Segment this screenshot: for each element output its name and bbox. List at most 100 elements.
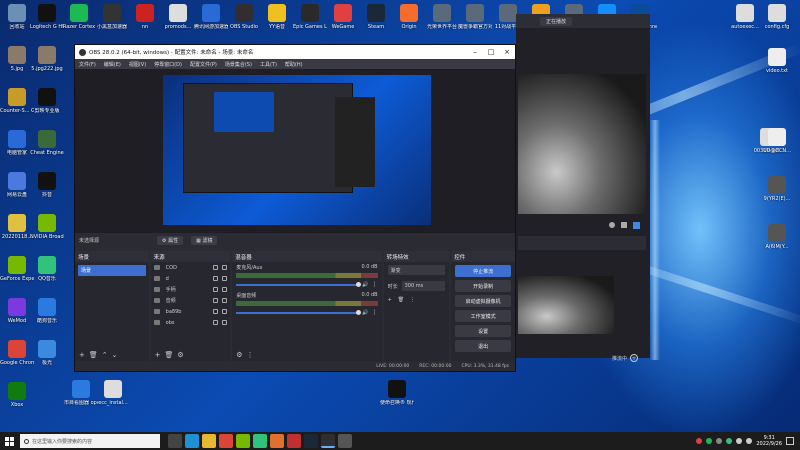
desktop-icon[interactable]: Steam	[359, 4, 393, 30]
desktop-icon[interactable]: Cheat Engine	[30, 130, 64, 156]
source-row[interactable]: 手柄	[151, 284, 231, 295]
source-row[interactable]: obs	[151, 317, 231, 328]
lock-icon[interactable]	[222, 287, 228, 292]
add-transition-button[interactable]: +	[388, 297, 392, 303]
control-button[interactable]: 退出	[455, 340, 511, 352]
volume-icon[interactable]	[746, 438, 753, 444]
desktop-icon[interactable]: 剪映专业版	[30, 88, 64, 114]
move-down-button[interactable]: ⌄	[112, 351, 118, 359]
menu-item[interactable]: 文件(F)	[79, 61, 96, 68]
desktop-icon[interactable]: 魔兽争霸官方对战平台	[458, 4, 492, 30]
source-row[interactable]: 音频	[151, 295, 231, 306]
tray-icon[interactable]	[706, 438, 713, 444]
obs-preview[interactable]	[75, 69, 515, 233]
menu-item[interactable]: 场景集合(S)	[225, 61, 252, 68]
start-button[interactable]	[0, 432, 18, 450]
tray-icon[interactable]	[726, 438, 733, 444]
control-button[interactable]: 设置	[455, 325, 511, 337]
desktop-icon[interactable]: promods...	[161, 4, 195, 30]
move-up-button[interactable]: ⌃	[102, 351, 108, 359]
properties-button[interactable]: ⚙ 属性	[157, 235, 184, 245]
desktop-icon[interactable]: WeGame	[326, 4, 360, 30]
remove-scene-button[interactable]: 🗑	[89, 351, 98, 359]
task-view-icon[interactable]	[168, 434, 182, 448]
add-source-button[interactable]: +	[155, 351, 161, 359]
control-button[interactable]: 工作室模式	[455, 310, 511, 322]
control-button[interactable]: 停止推流	[455, 265, 511, 277]
eye-icon[interactable]	[213, 287, 219, 292]
desktop-icon[interactable]: 电脑管家	[0, 130, 34, 156]
desktop-icon[interactable]: 抖音	[30, 172, 64, 198]
eye-icon[interactable]	[213, 265, 219, 270]
lock-icon[interactable]	[222, 309, 228, 314]
star-icon[interactable]	[633, 221, 640, 229]
desktop-icon[interactable]: QQ音乐	[30, 256, 64, 282]
add-icon[interactable]: +	[630, 354, 639, 362]
desktop-icon[interactable]: Origin	[392, 4, 426, 30]
desktop-icon[interactable]: Razer Cortex	[62, 4, 96, 30]
chrome-icon[interactable]	[219, 434, 233, 448]
desktop-icon[interactable]: Epic Games Launcher	[293, 4, 327, 30]
desktop-icon[interactable]: YY语音	[260, 4, 294, 30]
lock-icon[interactable]	[222, 265, 228, 270]
desktop-icon[interactable]: 小黑盒加速器	[95, 4, 129, 30]
edge-icon[interactable]	[185, 434, 199, 448]
mixer-menu-button[interactable]: ⋮	[247, 351, 254, 359]
gear-icon[interactable]	[609, 222, 615, 228]
scene-item[interactable]: 场景	[78, 265, 146, 276]
minimize-button[interactable]: –	[467, 48, 483, 56]
background-app-window[interactable]: 正在播放 推流中 +	[516, 14, 650, 362]
desktop-icon[interactable]: WeMod	[0, 298, 34, 324]
app-icon[interactable]	[287, 434, 301, 448]
source-row[interactable]: ba89b	[151, 306, 231, 317]
desktop-icon[interactable]: nn	[128, 4, 162, 30]
app-icon[interactable]	[270, 434, 284, 448]
speaker-icon[interactable]: 🔊	[362, 310, 368, 316]
steam-icon[interactable]	[304, 434, 318, 448]
desktop-icon[interactable]: config.cfg	[760, 4, 794, 30]
mixer-settings-button[interactable]: ⚙	[236, 351, 242, 359]
desktop-icon[interactable]: GeForce Experience	[0, 256, 34, 282]
app-icon[interactable]	[253, 434, 267, 448]
desktop-icon[interactable]: 腾讯网游加速器	[194, 4, 228, 30]
volume-slider[interactable]	[236, 309, 362, 315]
tray-icon[interactable]	[716, 438, 723, 444]
desktop-icon[interactable]: 极光	[30, 340, 64, 366]
desktop-icon[interactable]: OBS Studio	[227, 4, 261, 30]
lock-icon[interactable]	[222, 320, 228, 325]
desktop-icon[interactable]: NVIDIA Broadcast	[30, 214, 64, 240]
remove-transition-button[interactable]: 🗑	[398, 297, 404, 303]
remove-source-button[interactable]: 🗑	[165, 351, 174, 359]
menu-item[interactable]: 停靠窗口(D)	[154, 61, 182, 68]
desktop-icon[interactable]: 使命召唤® 现代战争...	[380, 380, 414, 406]
obs-window[interactable]: OBS 28.0.2 (64-bit, windows) - 配置文件: 未命名…	[74, 44, 516, 372]
source-settings-button[interactable]: ⚙	[177, 351, 183, 359]
menu-item[interactable]: 编辑(E)	[104, 61, 121, 68]
desktop-icon[interactable]: 9(YR2(E)...	[760, 176, 794, 202]
desktop-icon[interactable]: Google Chrome	[0, 340, 34, 366]
duration-input[interactable]: 300 ms	[401, 281, 446, 291]
desktop-icon[interactable]: UU@CCN...	[760, 128, 794, 154]
lock-icon[interactable]	[222, 276, 228, 281]
menu-item[interactable]: 帮助(H)	[285, 61, 303, 68]
desktop-icon[interactable]: Logitech G HUB	[30, 4, 64, 30]
menu-item[interactable]: 配置文件(P)	[190, 61, 217, 68]
obs-taskbar-icon[interactable]	[321, 434, 335, 448]
app-icon[interactable]	[338, 434, 352, 448]
lock-icon[interactable]	[222, 298, 228, 303]
desktop-icon[interactable]: video.txt	[760, 48, 794, 74]
desktop-icon[interactable]: 网易云盘	[0, 172, 34, 198]
maximize-button[interactable]: □	[483, 48, 499, 56]
desktop-icon[interactable]: Xbox	[0, 382, 34, 408]
menu-item[interactable]: 工具(T)	[260, 61, 277, 68]
notification-icon[interactable]	[786, 437, 794, 445]
control-button[interactable]: 启动虚拟摄像机	[455, 295, 511, 307]
desktop-icon[interactable]: autoexec...	[728, 4, 762, 30]
nvidia-icon[interactable]	[236, 434, 250, 448]
taskbar-clock[interactable]: 9:31 2022/9/26	[756, 435, 782, 447]
desktop-icon[interactable]: 光荣世界平台	[425, 4, 459, 30]
desktop-icon[interactable]: 5.jpg222.jpg	[30, 46, 64, 72]
volume-slider-knob[interactable]	[356, 281, 362, 287]
eye-icon[interactable]	[213, 276, 219, 281]
volume-slider-knob[interactable]	[356, 309, 362, 315]
